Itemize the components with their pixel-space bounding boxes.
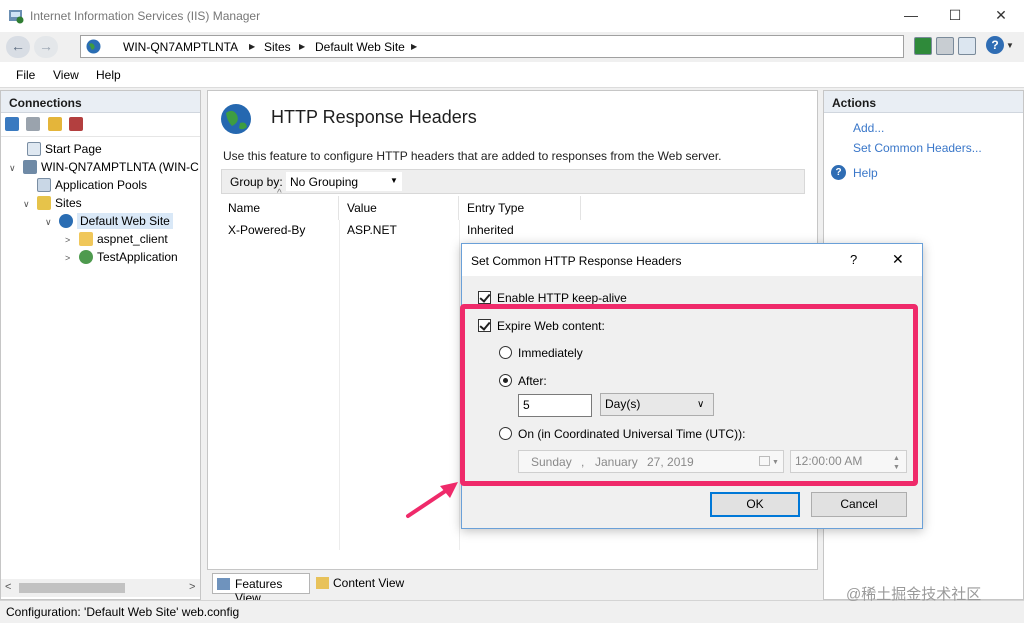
keepalive-checkbox-row[interactable]: Enable HTTP keep-alive: [478, 291, 627, 305]
add-link[interactable]: Add...: [853, 121, 884, 135]
breadcrumb[interactable]: WIN-QN7AMPTLNTA ▶ Sites ▶ Default Web Si…: [80, 35, 904, 58]
dialog-title: Set Common HTTP Response Headers: [471, 254, 682, 268]
breadcrumb-server[interactable]: WIN-QN7AMPTLNTA: [123, 40, 238, 54]
highlight-box: [460, 304, 918, 486]
dialog-title-bar: Set Common HTTP Response Headers ? ✕: [462, 244, 922, 276]
folder-icon: [79, 232, 93, 246]
page-title: HTTP Response Headers: [271, 107, 477, 127]
menu-file[interactable]: File: [16, 68, 35, 82]
globe-icon: [86, 39, 101, 54]
content-view-icon: [316, 577, 329, 589]
title-bar: Internet Information Services (IIS) Mana…: [0, 0, 1024, 32]
feature-description: Use this feature to configure HTTP heade…: [223, 149, 722, 163]
tab-content-view[interactable]: Content View: [313, 573, 409, 594]
breadcrumb-default-web-site[interactable]: Default Web Site: [315, 40, 405, 54]
refresh-icon[interactable]: [914, 37, 932, 55]
breadcrumb-sites[interactable]: Sites: [264, 40, 291, 54]
expand-icon[interactable]: ∨: [45, 213, 55, 231]
help-link[interactable]: Help: [853, 166, 878, 180]
tree-item-aspnet-client[interactable]: > aspnet_client: [5, 230, 200, 248]
sites-icon: [37, 196, 51, 210]
column-header[interactable]: Entry Type: [459, 196, 581, 220]
connect-icon[interactable]: [5, 117, 19, 131]
iis-app-icon: [9, 10, 24, 24]
features-view-icon: [217, 578, 230, 590]
close-button[interactable]: ✕: [978, 0, 1024, 32]
sort-up-icon: ^: [277, 188, 282, 199]
address-bar: ← → WIN-QN7AMPTLNTA ▶ Sites ▶ Default We…: [0, 32, 1024, 62]
horizontal-scrollbar[interactable]: < >: [1, 579, 200, 597]
expand-icon[interactable]: ∨: [23, 195, 33, 213]
help-icon[interactable]: ?: [986, 36, 1004, 54]
breadcrumb-separator[interactable]: ▶: [249, 42, 255, 51]
home-icon[interactable]: [958, 37, 976, 55]
connections-toolbar: [1, 113, 200, 137]
breadcrumb-separator[interactable]: ▶: [411, 42, 417, 51]
status-bar: Configuration: 'Default Web Site' web.co…: [0, 586, 1024, 623]
disconnect-icon[interactable]: [69, 117, 84, 131]
annotation-arrow-icon: [406, 482, 458, 518]
window-title: Internet Information Services (IIS) Mana…: [30, 9, 261, 23]
server-icon: [23, 160, 37, 174]
up-folder-icon[interactable]: [47, 117, 62, 131]
column-header[interactable]: Value: [339, 196, 459, 220]
minimize-button[interactable]: —: [888, 0, 934, 32]
start-page-icon: [27, 142, 41, 156]
menu-view[interactable]: View: [53, 68, 79, 82]
help-dropdown-icon[interactable]: ▼: [1006, 41, 1014, 50]
connections-title: Connections: [1, 91, 200, 113]
status-text: Configuration: 'Default Web Site' web.co…: [6, 605, 240, 619]
help-icon: ?: [831, 165, 846, 180]
app-pool-icon: [37, 178, 51, 192]
connections-tree: Start Page ∨ WIN-QN7AMPTLNTA (WIN-C Appli…: [1, 137, 200, 266]
expand-icon[interactable]: >: [65, 231, 75, 249]
tab-features-view[interactable]: Features View: [212, 573, 310, 605]
globe-icon: [59, 214, 73, 228]
dialog-close-button[interactable]: ✕: [892, 251, 904, 268]
actions-title: Actions: [824, 91, 1023, 113]
scrollbar-thumb[interactable]: [19, 583, 125, 593]
group-by-label: Group by:: [230, 175, 283, 189]
tree-item-test-application[interactable]: > TestApplication: [5, 248, 200, 266]
dialog-help-button[interactable]: ?: [850, 252, 857, 267]
column-header[interactable]: Name: [221, 196, 339, 220]
group-by-select[interactable]: No Grouping ▼: [286, 172, 402, 191]
group-by-value: No Grouping: [290, 175, 359, 189]
menu-bar: File View Help: [0, 62, 1024, 88]
maximize-button[interactable]: ☐: [932, 0, 978, 32]
breadcrumb-separator[interactable]: ▶: [299, 42, 305, 51]
tree-item-server[interactable]: ∨ WIN-QN7AMPTLNTA (WIN-C: [5, 158, 200, 176]
menu-help[interactable]: Help: [96, 68, 121, 82]
set-common-headers-link[interactable]: Set Common Headers...: [853, 141, 982, 155]
keepalive-checkbox[interactable]: [478, 291, 491, 304]
tree-item-sites[interactable]: ∨ Sites: [5, 194, 200, 212]
column-divider: [339, 220, 340, 550]
ok-button[interactable]: OK: [710, 492, 800, 517]
globe-icon: [221, 104, 251, 134]
chevron-down-icon: ▼: [390, 176, 398, 185]
table-row[interactable]: X-Powered-By ASP.NET Inherited: [221, 220, 581, 240]
scroll-left-icon[interactable]: <: [5, 581, 11, 593]
expand-icon[interactable]: ∨: [9, 159, 19, 177]
tree-item-default-web-site[interactable]: ∨ Default Web Site: [5, 212, 200, 230]
save-icon[interactable]: [26, 117, 41, 131]
connections-pane: Connections Start Page ∨ WIN-QN7AMPTLNTA …: [0, 90, 201, 600]
tree-item-start-page[interactable]: Start Page: [5, 140, 200, 158]
cancel-button[interactable]: Cancel: [811, 492, 907, 517]
forward-button[interactable]: →: [34, 36, 58, 58]
scroll-right-icon[interactable]: >: [189, 581, 195, 593]
group-by-bar: Group by: No Grouping ▼: [221, 169, 805, 194]
application-icon: [79, 250, 93, 264]
stop-icon[interactable]: [936, 37, 954, 55]
back-button[interactable]: ←: [6, 36, 30, 58]
expand-icon[interactable]: >: [65, 249, 75, 267]
watermark: @稀土掘金技术社区: [846, 586, 982, 603]
tree-item-application-pools[interactable]: Application Pools: [5, 176, 200, 194]
